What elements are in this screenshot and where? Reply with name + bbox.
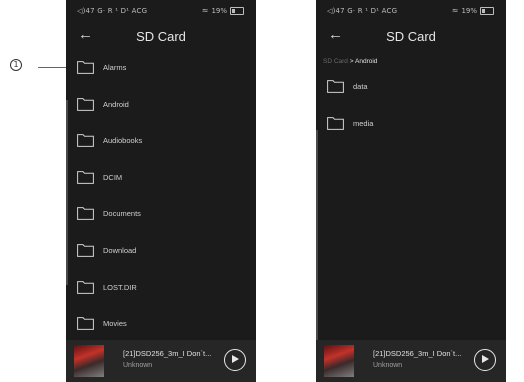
folder-name: Documents (103, 209, 141, 219)
track-artist: Unknown (373, 362, 403, 369)
status-info: ◁)47 G· R ¹ D¹ ACG (77, 7, 148, 15)
track-title: [21]DSD256_3m_I Don`t... (123, 349, 212, 358)
mini-player[interactable]: [21]DSD256_3m_I Don`t... Unknown (66, 340, 256, 382)
folder-icon (77, 97, 94, 111)
folder-row[interactable]: Alarms (66, 52, 256, 88)
track-artist: Unknown (123, 362, 153, 369)
page-title: SD Card (136, 29, 186, 44)
breadcrumb-root[interactable]: SD Card (323, 58, 348, 65)
scroll-indicator[interactable] (316, 130, 318, 340)
breadcrumb: SD Card > Android (323, 58, 377, 65)
folder-row[interactable]: Audiobooks (66, 125, 256, 161)
folder-name: Alarms (103, 63, 127, 72)
status-bar: ◁)47 G· R ¹ D¹ ACG ≈ 19% (66, 0, 256, 22)
folder-icon (77, 170, 94, 184)
folder-icon (77, 61, 94, 74)
phone-screen-sd-card: ◁)47 G· R ¹ D¹ ACG ≈ 19% ← SD Card Alarm… (66, 0, 256, 382)
folder-icon (77, 317, 94, 331)
wifi-icon: ≈ (451, 6, 459, 15)
status-info: ◁)47 G· R ¹ D¹ ACG (327, 7, 398, 15)
folder-icon (327, 80, 344, 93)
track-title: [21]DSD256_3m_I Don`t... (373, 349, 462, 358)
play-icon[interactable] (474, 349, 496, 371)
album-art (74, 345, 104, 377)
folder-name: Audiobooks (103, 136, 143, 146)
top-bar: ← SD Card (316, 22, 506, 52)
folder-icon (77, 207, 94, 221)
breadcrumb-separator: > (347, 58, 355, 65)
folder-icon (77, 244, 94, 257)
callout-number-badge: 1 (10, 59, 22, 71)
folder-name: LOST.DIR (103, 282, 137, 292)
breadcrumb-current: Android (355, 58, 378, 65)
folder-icon (327, 117, 344, 130)
folder-icon (77, 280, 94, 294)
wifi-icon: ≈ (201, 6, 209, 15)
folder-name: Android (103, 99, 129, 109)
status-right: ≈ 19% (452, 6, 494, 15)
folder-name: Download (103, 246, 137, 255)
top-bar: ← SD Card (66, 22, 256, 52)
folder-name: media (353, 119, 374, 128)
battery-text: 19% (211, 6, 227, 15)
battery-icon (480, 6, 494, 15)
folder-icon (77, 134, 94, 148)
play-icon[interactable] (224, 349, 246, 371)
battery-icon (230, 6, 244, 15)
folder-row[interactable]: Download (66, 235, 256, 271)
folder-row[interactable]: Documents (66, 198, 256, 234)
folder-row[interactable]: data (316, 71, 506, 107)
phone-screen-android-folder: ◁)47 G· R ¹ D¹ ACG ≈ 19% ← SD Card SD Ca… (316, 0, 506, 382)
folder-row[interactable]: LOST.DIR (66, 272, 256, 308)
folder-name: data (353, 82, 368, 91)
status-right: ≈ 19% (202, 6, 244, 15)
mini-player[interactable]: [21]DSD256_3m_I Don`t... Unknown (316, 340, 506, 382)
folder-row[interactable]: Movies (66, 308, 256, 344)
page-title: SD Card (386, 29, 436, 44)
folder-row[interactable]: Android (66, 89, 256, 125)
album-art (324, 345, 354, 377)
battery-text: 19% (461, 6, 477, 15)
folder-row[interactable]: DCIM (66, 162, 256, 198)
folder-name: Movies (103, 319, 127, 329)
folder-name: DCIM (103, 172, 123, 182)
status-bar: ◁)47 G· R ¹ D¹ ACG ≈ 19% (316, 0, 506, 22)
folder-row[interactable]: media (316, 108, 506, 144)
